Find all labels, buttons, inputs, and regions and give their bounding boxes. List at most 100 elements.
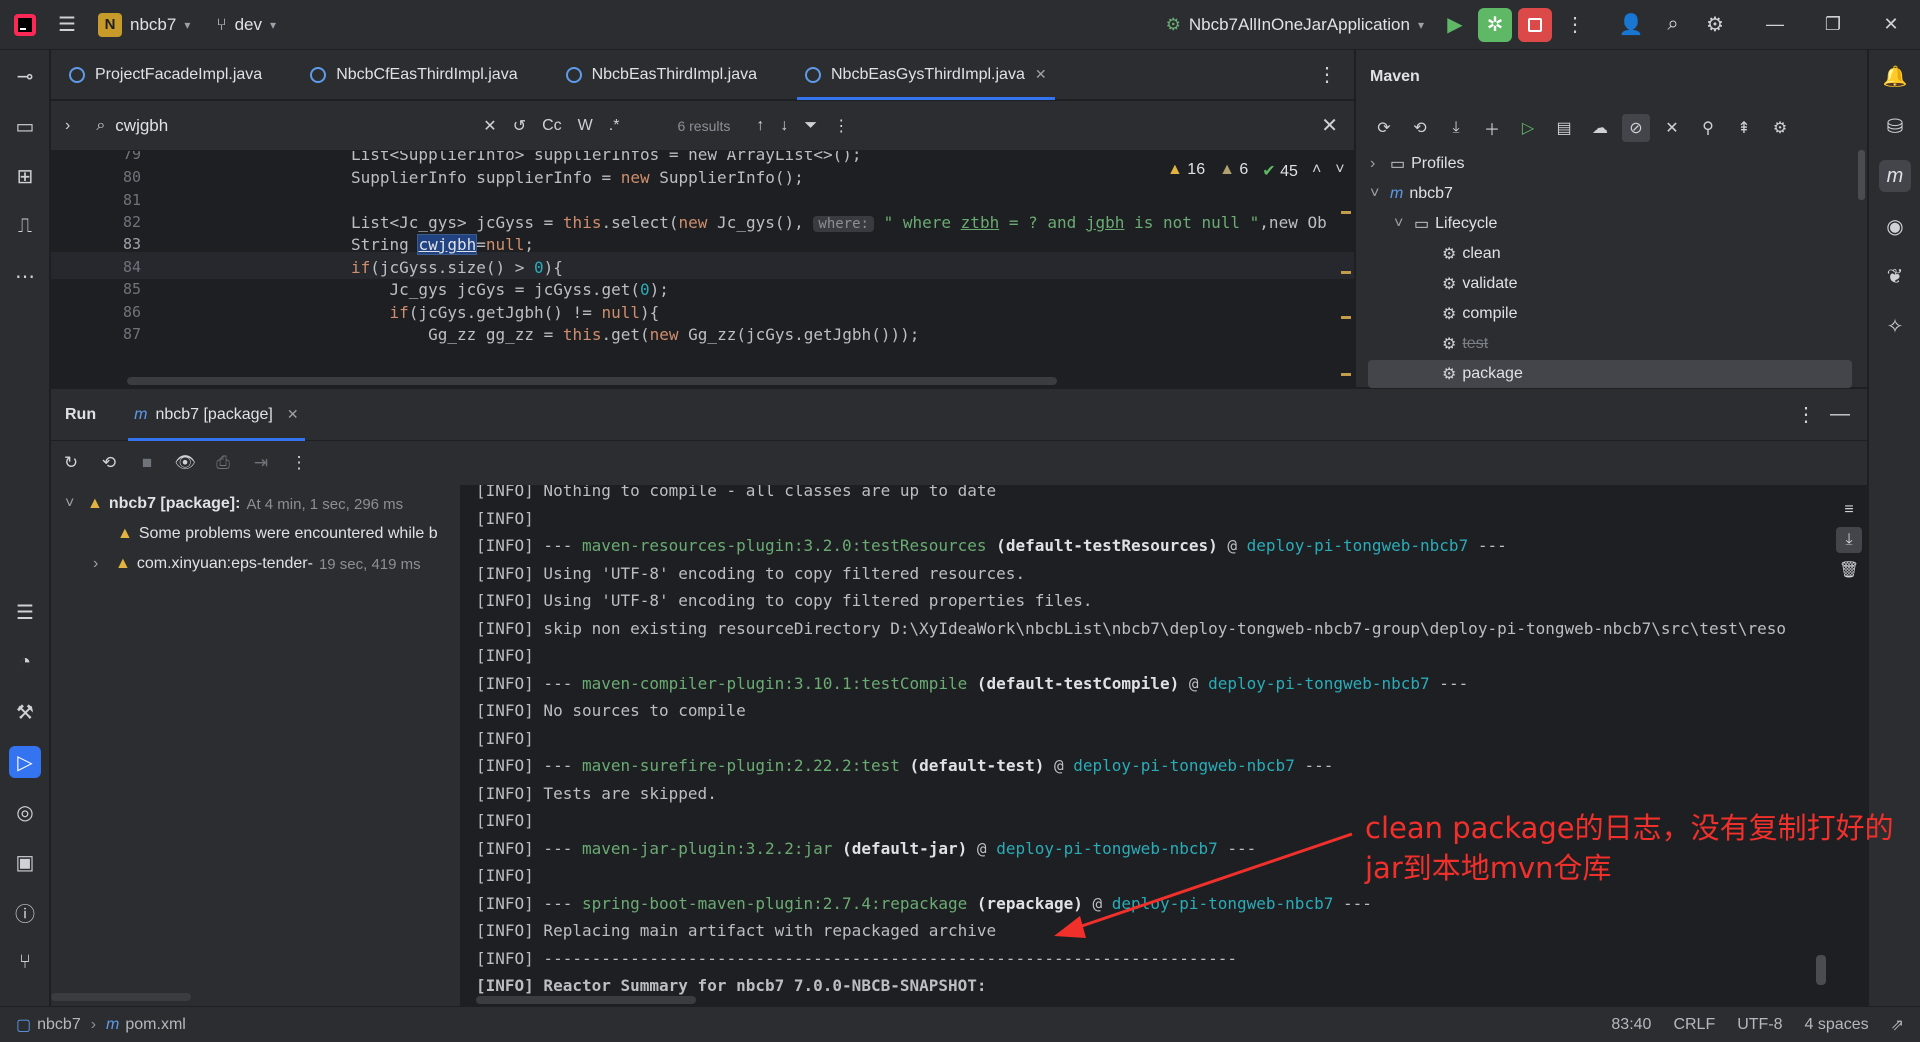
git-icon[interactable]: ⑂ xyxy=(9,946,41,978)
execute-goal-icon[interactable]: ▤ xyxy=(1550,114,1578,142)
previous-occurrence-icon[interactable]: ↑ xyxy=(756,117,764,135)
close-find-icon[interactable]: ✕ xyxy=(1321,113,1338,138)
add-user-icon[interactable]: 👤 xyxy=(1614,8,1648,42)
more-icon[interactable]: ⋮ xyxy=(285,449,313,477)
run-tool-icon[interactable]: ▷ xyxy=(9,746,41,778)
console-scrollbar[interactable] xyxy=(1816,955,1826,985)
find-input[interactable] xyxy=(115,115,476,136)
horizontal-scrollbar[interactable] xyxy=(127,377,1057,385)
maven-phase-validate[interactable]: ⚙ validate xyxy=(1442,270,1518,298)
close-window-icon[interactable]: ✕ xyxy=(1862,0,1920,50)
console-h-scrollbar[interactable] xyxy=(476,996,696,1004)
endpoints-icon[interactable]: ◉ xyxy=(1879,210,1911,242)
maven-phase-compile[interactable]: ⚙ compile xyxy=(1442,300,1517,328)
editor-tab-active[interactable]: NbcbEasGysThirdImpl.java ✕ xyxy=(787,50,1065,100)
services-icon[interactable]: ◎ xyxy=(9,796,41,828)
reload-icon[interactable]: ⟳ xyxy=(1370,114,1398,142)
run-tree-problem[interactable]: ▲ Some problems were encountered while b xyxy=(117,520,438,548)
maven-phase-clean[interactable]: ⚙ clean xyxy=(1442,240,1501,268)
ai-assistant-icon[interactable]: ✧ xyxy=(1879,310,1911,342)
scroll-to-end-icon[interactable]: ⤓ xyxy=(1836,527,1862,553)
maven-tree-project[interactable]: ˅ m nbcb7 xyxy=(1370,180,1453,208)
terminal-icon[interactable]: ▣ xyxy=(9,846,41,878)
more-tools-icon[interactable]: ⋯ xyxy=(9,260,41,292)
indent-setting[interactable]: 4 spaces xyxy=(1805,1016,1869,1034)
settings-gear-icon[interactable]: ⚙ xyxy=(1698,8,1732,42)
clear-trash-icon[interactable]: 🗑 xyxy=(1836,557,1862,583)
stop-icon[interactable]: ■ xyxy=(133,449,161,477)
run-maven-icon[interactable]: ▷ xyxy=(1514,114,1542,142)
editor-tab[interactable]: ProjectFacadeImpl.java xyxy=(51,50,280,100)
add-icon[interactable]: ＋ xyxy=(1478,114,1506,142)
rerun-failed-icon[interactable]: ⟲ xyxy=(95,449,123,477)
rerun-icon[interactable]: ↻ xyxy=(57,449,85,477)
collapse-icon[interactable]: ✕ xyxy=(1658,114,1686,142)
close-tab-icon[interactable]: ✕ xyxy=(1035,66,1047,83)
project-selector[interactable]: N nbcb7 ▾ xyxy=(98,12,190,37)
todo-list-icon[interactable]: ☰ xyxy=(9,596,41,628)
tab-options-icon[interactable]: ⋮ xyxy=(1310,58,1344,92)
chevron-down-icon[interactable]: ˅ xyxy=(1335,161,1344,181)
tree-scrollbar[interactable] xyxy=(51,993,191,1001)
analyze-dependencies-icon[interactable]: ⚲ xyxy=(1694,114,1722,142)
debug-icon[interactable]: ✲ xyxy=(1478,7,1512,42)
reload-folder-icon[interactable]: ⟲ xyxy=(1406,114,1434,142)
next-occurrence-icon[interactable]: ↓ xyxy=(780,117,788,135)
restore-icon[interactable]: ❐ xyxy=(1804,0,1862,50)
regex-toggle[interactable]: .* xyxy=(609,117,620,135)
chevron-up-icon[interactable]: ˄ xyxy=(1312,161,1321,181)
expand-all-icon[interactable]: ⇞ xyxy=(1730,114,1758,142)
file-encoding[interactable]: UTF-8 xyxy=(1737,1016,1782,1034)
problems-icon[interactable]: ⓘ xyxy=(9,896,41,928)
console-output[interactable]: [INFO] Nothing to compile - all classes … xyxy=(462,485,1832,1006)
database-icon[interactable]: ⛁ xyxy=(1879,110,1911,142)
maven-scrollbar[interactable] xyxy=(1858,150,1865,200)
profiler-icon[interactable]: ◔ xyxy=(9,646,41,678)
filter-icon[interactable]: ⏷ xyxy=(804,117,817,135)
hide-panel-icon[interactable]: — xyxy=(1823,398,1857,432)
maven-tool-icon[interactable]: m xyxy=(1879,160,1911,192)
find-options-icon[interactable]: ⋮ xyxy=(833,116,849,136)
view-icon[interactable]: 👁 xyxy=(171,449,199,477)
editor-tab[interactable]: NbcbEasThirdImpl.java xyxy=(548,50,775,100)
offline-icon[interactable]: ☁ xyxy=(1586,114,1614,142)
branch-selector[interactable]: ⑂ dev ▾ xyxy=(216,15,276,35)
skip-tests-icon[interactable]: ⊘ xyxy=(1622,114,1650,142)
bookmarks-icon[interactable]: ⎍ xyxy=(9,210,41,242)
lock-icon[interactable]: ⇗ xyxy=(1891,1015,1904,1035)
history-icon[interactable]: ↺ xyxy=(513,116,526,136)
breadcrumb-file[interactable]: pom.xml xyxy=(125,1016,185,1034)
editor-tab[interactable]: NbcbCfEasThirdImpl.java xyxy=(292,50,535,100)
notifications-icon[interactable]: 🔔 xyxy=(1879,60,1911,92)
stop-icon[interactable] xyxy=(1518,7,1552,42)
match-case-toggle[interactable]: Cc xyxy=(542,117,562,135)
breadcrumb-project[interactable]: nbcb7 xyxy=(37,1016,81,1034)
panel-options-icon[interactable]: ⋮ xyxy=(1789,398,1823,432)
export-icon[interactable]: ⇥ xyxy=(247,449,275,477)
run-config-selector[interactable]: ⚙ Nbcb7AllInOneJarApplication ▾ xyxy=(1166,15,1424,35)
soft-wrap-icon[interactable]: ≡ xyxy=(1836,497,1862,523)
clear-search-icon[interactable]: ✕ xyxy=(483,116,496,136)
chevron-right-icon[interactable]: › xyxy=(65,117,70,135)
commit-icon[interactable]: ⊸ xyxy=(9,60,41,92)
app-logo-icon[interactable] xyxy=(0,13,50,37)
minimize-icon[interactable]: — xyxy=(1746,0,1804,50)
run-tab-active[interactable]: m nbcb7 [package] ✕ xyxy=(120,389,312,441)
run-icon[interactable]: ▶ xyxy=(1438,8,1472,42)
maven-settings-icon[interactable]: ⚙ xyxy=(1766,114,1794,142)
project-folder-icon[interactable]: ▭ xyxy=(9,110,41,142)
whole-words-toggle[interactable]: W xyxy=(578,117,593,135)
close-tab-icon[interactable]: ✕ xyxy=(287,406,299,423)
structure-icon[interactable]: ⊞ xyxy=(9,160,41,192)
line-separator[interactable]: CRLF xyxy=(1673,1016,1715,1034)
caret-position[interactable]: 83:40 xyxy=(1611,1016,1651,1034)
more-actions-icon[interactable]: ⋮ xyxy=(1558,8,1592,42)
code-editor[interactable]: 79 80 81 82 83 84 85 86 87 List<Supplier… xyxy=(51,151,1354,387)
maven-tree-profiles[interactable]: › ▭ Profiles xyxy=(1370,150,1464,178)
maven-tree-lifecycle[interactable]: ˅ ▭ Lifecycle xyxy=(1394,210,1497,238)
build-hammer-icon[interactable]: ⚒ xyxy=(9,696,41,728)
maven-phase-package[interactable]: ⚙ package xyxy=(1368,360,1852,388)
run-tree-module[interactable]: › ▲ com.xinyuan:eps-tender- 19 sec, 419 … xyxy=(93,550,421,578)
main-menu-icon[interactable]: ☰ xyxy=(50,8,84,42)
run-tree-root[interactable]: ˅ ▲ nbcb7 [package]: At 4 min, 1 sec, 29… xyxy=(65,490,403,518)
